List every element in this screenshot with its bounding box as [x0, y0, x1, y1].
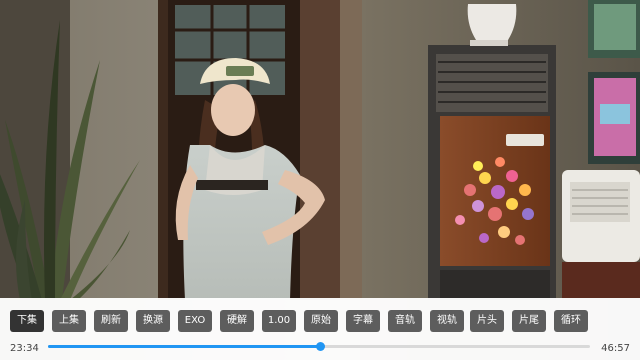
playback-speed-button[interactable]: 1.00: [262, 310, 296, 332]
audio-track-button[interactable]: 音轨: [388, 310, 422, 332]
exo-player-button[interactable]: EXO: [178, 310, 212, 332]
next-episode-button[interactable]: 下集: [10, 310, 44, 332]
subtitle-button[interactable]: 字幕: [346, 310, 380, 332]
loop-button[interactable]: 循环: [554, 310, 588, 332]
skip-intro-button[interactable]: 片头: [470, 310, 504, 332]
total-time: 46:57: [601, 343, 630, 354]
aspect-ratio-button[interactable]: 原始: [304, 310, 338, 332]
video-track-button[interactable]: 视轨: [430, 310, 464, 332]
switch-source-button[interactable]: 换源: [136, 310, 170, 332]
previous-episode-button[interactable]: 上集: [52, 310, 86, 332]
air-conditioner: [428, 45, 556, 300]
elapsed-time: 23:34: [10, 343, 39, 354]
hardware-decode-button[interactable]: 硬解: [220, 310, 254, 332]
progress-bar[interactable]: [48, 342, 590, 351]
progress-thumb[interactable]: [316, 342, 326, 351]
skip-outro-button[interactable]: 片尾: [512, 310, 546, 332]
refresh-button[interactable]: 刷新: [94, 310, 128, 332]
progress-fill: [48, 345, 321, 348]
